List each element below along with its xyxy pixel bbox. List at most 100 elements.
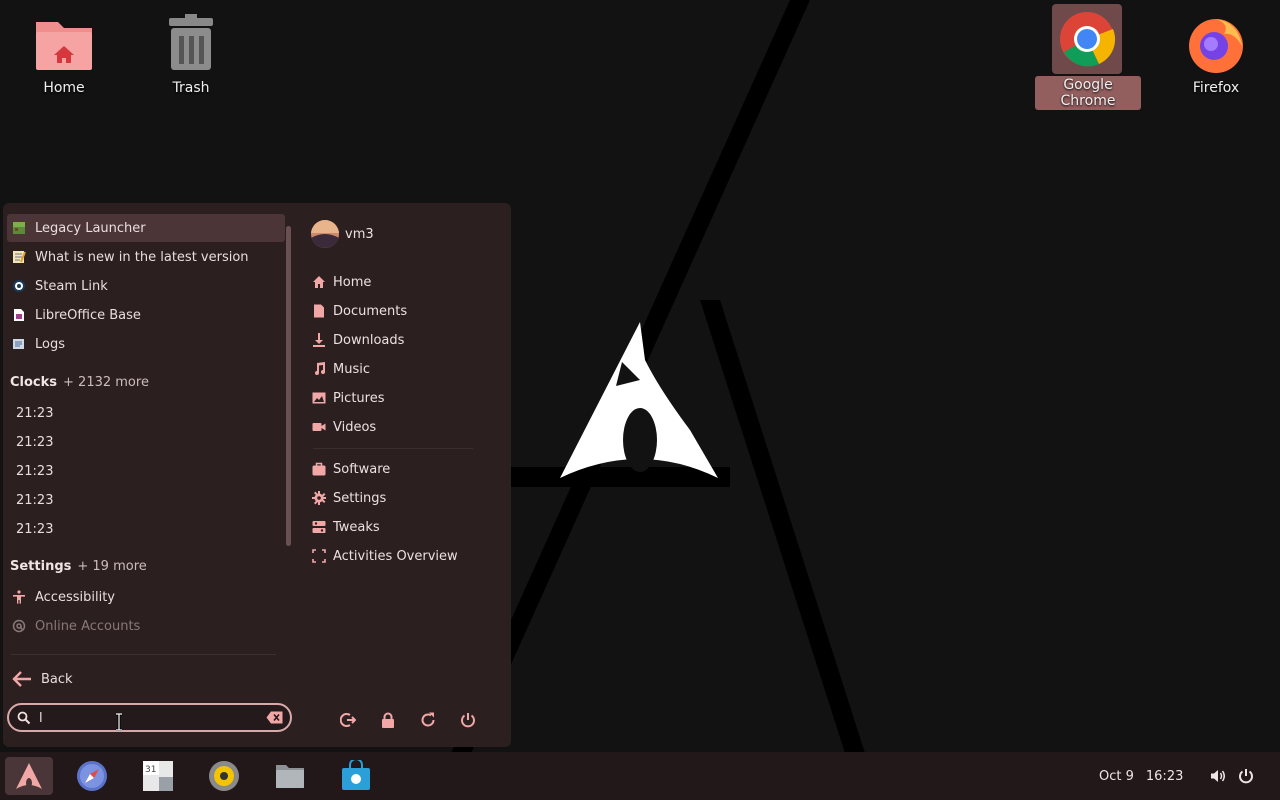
- clock-time: 21:23: [16, 463, 54, 479]
- volume-button[interactable]: [1209, 767, 1227, 785]
- system-label: Tweaks: [333, 519, 380, 535]
- home-folder-icon: [36, 22, 92, 70]
- desktop-icon-firefox[interactable]: Firefox: [1170, 6, 1262, 98]
- system-label: Activities Overview: [333, 548, 458, 564]
- taskbar-rhythmbox[interactable]: [200, 757, 248, 795]
- document-icon: [311, 303, 327, 319]
- place-music[interactable]: Music: [311, 356, 370, 382]
- result-label: What is new in the latest version: [35, 249, 249, 265]
- desktop-icon-home[interactable]: Home: [18, 6, 110, 98]
- software-store-icon: [342, 760, 370, 790]
- result-label: LibreOffice Base: [35, 307, 141, 323]
- restart-icon: [421, 712, 435, 727]
- chrome-icon: [1052, 4, 1122, 74]
- search-box[interactable]: [7, 703, 292, 732]
- clock-result[interactable]: 21:23: [7, 515, 294, 543]
- svg-text:31: 31: [145, 765, 156, 775]
- activities-icon: [311, 548, 327, 564]
- clock-result[interactable]: 21:23: [7, 486, 294, 514]
- result-label: Legacy Launcher: [35, 220, 146, 236]
- taskbar-calendar[interactable]: 31: [134, 757, 182, 795]
- clock-result[interactable]: 21:23: [7, 399, 294, 427]
- taskbar-software-store[interactable]: [332, 757, 380, 795]
- place-home[interactable]: Home: [311, 269, 371, 295]
- logout-button[interactable]: [339, 711, 357, 729]
- taskbar-files[interactable]: [266, 757, 314, 795]
- clock-result[interactable]: 21:23: [7, 428, 294, 456]
- result-label: Accessibility: [35, 589, 115, 605]
- clock-time: 21:23: [16, 405, 54, 421]
- system-settings[interactable]: Settings: [311, 485, 386, 511]
- search-input[interactable]: [39, 709, 259, 727]
- place-downloads[interactable]: Downloads: [311, 327, 404, 353]
- calendar-icon: 31: [143, 761, 173, 791]
- result-online-accounts[interactable]: Online Accounts: [7, 612, 285, 640]
- taskbar-web-browser[interactable]: [68, 757, 116, 795]
- power-off-button[interactable]: [459, 711, 477, 729]
- steam-icon: [11, 278, 27, 294]
- desktop-icon-label: Home: [43, 80, 85, 96]
- date-label: Oct 9: [1099, 769, 1134, 784]
- settings-section-header[interactable]: Settings + 19 more: [10, 559, 147, 574]
- divider: [313, 448, 473, 449]
- time-label: 16:23: [1145, 769, 1184, 784]
- place-label: Pictures: [333, 390, 385, 406]
- place-label: Downloads: [333, 332, 405, 348]
- search-icon: [17, 711, 31, 725]
- system-tweaks[interactable]: Tweaks: [311, 514, 380, 540]
- section-title: Clocks: [10, 375, 58, 390]
- notepad-icon: [11, 249, 27, 265]
- system-activities-overview[interactable]: Activities Overview: [311, 543, 458, 569]
- application-menu: Legacy Launcher What is new in the lates…: [3, 203, 511, 747]
- result-label: Steam Link: [35, 278, 108, 294]
- result-accessibility[interactable]: Accessibility: [7, 583, 285, 611]
- rhythmbox-icon: [209, 761, 239, 791]
- result-label: Online Accounts: [35, 618, 141, 634]
- place-pictures[interactable]: Pictures: [311, 385, 384, 411]
- result-whats-new[interactable]: What is new in the latest version: [7, 243, 285, 271]
- clock-time: 21:23: [16, 521, 54, 537]
- arrow-left-icon: [12, 671, 31, 687]
- back-button[interactable]: Back: [11, 666, 73, 692]
- libreoffice-base-icon: [11, 307, 27, 323]
- logs-icon: [11, 336, 27, 352]
- system-label: Settings: [333, 490, 387, 506]
- place-documents[interactable]: Documents: [311, 298, 407, 324]
- logout-icon: [340, 713, 356, 727]
- lock-icon: [382, 712, 394, 728]
- desktop-icon-label: Google Chrome: [1035, 76, 1141, 110]
- legacy-launcher-icon: [11, 220, 27, 236]
- lock-button[interactable]: [379, 711, 397, 729]
- system-label: Software: [333, 461, 391, 477]
- clock-result[interactable]: 21:23: [7, 457, 294, 485]
- desktop-icon-label: Trash: [172, 80, 210, 96]
- clear-search-icon[interactable]: [266, 711, 283, 724]
- section-title: Settings: [10, 559, 72, 574]
- place-videos[interactable]: Videos: [311, 414, 376, 440]
- system-power-button[interactable]: [1237, 767, 1255, 785]
- desktop-icon-trash[interactable]: Trash: [145, 6, 237, 98]
- clock[interactable]: Oct 9 16:23: [1099, 769, 1195, 784]
- result-logs[interactable]: Logs: [7, 330, 285, 358]
- text-cursor-icon: [116, 713, 122, 731]
- tweaks-icon: [311, 519, 327, 535]
- desktop-icon-google-chrome[interactable]: Google Chrome: [1033, 4, 1143, 110]
- video-camera-icon: [311, 419, 327, 435]
- results-scrollbar[interactable]: [286, 226, 291, 546]
- system-software[interactable]: Software: [311, 456, 390, 482]
- restart-button[interactable]: [419, 711, 437, 729]
- user-account[interactable]: vm3: [311, 220, 374, 248]
- result-steam-link[interactable]: Steam Link: [7, 272, 285, 300]
- app-menu-button[interactable]: [5, 757, 53, 795]
- firefox-icon: [1189, 19, 1243, 73]
- power-icon: [1239, 769, 1253, 784]
- place-label: Videos: [333, 419, 377, 435]
- result-legacy-launcher[interactable]: Legacy Launcher: [7, 214, 285, 242]
- clocks-section-header[interactable]: Clocks + 2132 more: [10, 375, 149, 390]
- software-bag-icon: [311, 461, 327, 477]
- avatar: [311, 220, 339, 248]
- files-icon: [276, 765, 304, 788]
- divider: [11, 654, 276, 655]
- taskbar: 31 Oct 9 16:23: [0, 752, 1280, 800]
- result-libreoffice-base[interactable]: LibreOffice Base: [7, 301, 285, 329]
